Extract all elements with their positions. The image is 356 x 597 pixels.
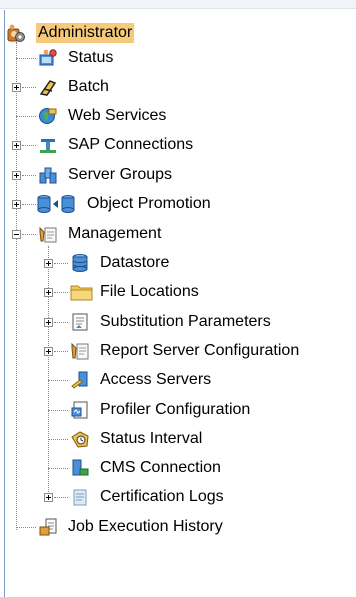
tree-node-profiler-configuration[interactable]: Profiler Configuration [0, 396, 356, 424]
tree-node-label: Batch [68, 78, 109, 95]
expand-toggle[interactable] [44, 318, 53, 327]
admin-gear-icon [7, 24, 25, 42]
tree-node-server-groups[interactable]: Server Groups [0, 161, 356, 189]
tree-node-label: Status [68, 49, 114, 66]
tree-node-status-interval[interactable]: Status Interval [0, 425, 356, 453]
tree-node-label: Profiler Configuration [100, 401, 251, 418]
management-tools-icon [39, 226, 57, 243]
tree-node-label: File Locations [100, 283, 199, 300]
batch-icon [39, 80, 57, 96]
certification-logs-icon [73, 489, 87, 506]
expand-toggle[interactable] [44, 347, 53, 356]
tree-node-file-locations[interactable]: File Locations [0, 278, 356, 306]
collapse-toggle[interactable] [12, 230, 21, 239]
tree-node-datastore[interactable]: Datastore [0, 249, 356, 277]
job-history-icon [39, 518, 57, 536]
datastore-cylinder-icon [72, 254, 88, 272]
tree-node-access-servers[interactable]: Access Servers [0, 366, 356, 394]
tree-node-label: SAP Connections [68, 136, 194, 153]
object-promotion-icon [37, 195, 75, 213]
substitution-doc-icon [72, 313, 88, 331]
status-monitor-icon [39, 49, 57, 66]
admin-navigation-tree: Administrator Status Batch Web Services [0, 0, 356, 597]
tree-node-label: Server Groups [68, 166, 173, 183]
tree-node-report-server-configuration[interactable]: Report Server Configuration [0, 337, 356, 365]
tree-node-management[interactable]: Management [0, 220, 356, 248]
tree-node-cms-connection[interactable]: CMS Connection [0, 454, 356, 482]
access-server-icon [71, 371, 88, 389]
tree-node-label: Datastore [100, 254, 170, 271]
tree-node-sap-connections[interactable]: SAP Connections [0, 131, 356, 159]
tree-node-label: Substitution Parameters [100, 313, 271, 330]
tree-node-label: Status Interval [100, 430, 203, 447]
tree-node-substitution-parameters[interactable]: Substitution Parameters [0, 308, 356, 336]
tree-node-administrator[interactable]: Administrator [0, 19, 356, 47]
expand-toggle[interactable] [12, 200, 21, 209]
expand-toggle[interactable] [44, 493, 53, 502]
profiler-icon [71, 401, 88, 419]
tree-node-label: Web Services [68, 107, 167, 124]
status-interval-icon [71, 431, 89, 448]
tree-node-web-services[interactable]: Web Services [0, 102, 356, 130]
tree-node-label: Administrator [36, 23, 135, 43]
expand-toggle[interactable] [12, 171, 21, 180]
tree-node-label: Object Promotion [87, 195, 211, 212]
tree-node-label: Job Execution History [68, 518, 223, 535]
tree-node-label: CMS Connection [100, 459, 221, 476]
tree-node-label: Management [68, 225, 162, 242]
sap-connection-icon [40, 139, 56, 153]
report-server-icon [71, 342, 89, 360]
tree-node-label: Report Server Configuration [100, 342, 300, 359]
tree-node-job-execution-history[interactable]: Job Execution History [0, 513, 356, 541]
cms-connection-icon [72, 459, 89, 476]
expand-toggle[interactable] [44, 288, 53, 297]
expand-toggle[interactable] [12, 141, 21, 150]
tree-node-batch[interactable]: Batch [0, 73, 356, 101]
tree-node-certification-logs[interactable]: Certification Logs [0, 483, 356, 511]
web-services-globe-icon [39, 108, 57, 124]
expand-toggle[interactable] [44, 259, 53, 268]
tree-node-object-promotion[interactable]: Object Promotion [0, 190, 356, 218]
folder-icon [70, 285, 93, 301]
server-groups-icon [39, 167, 57, 184]
expand-toggle[interactable] [12, 83, 21, 92]
tree-node-label: Access Servers [100, 371, 212, 388]
tree-node-label: Certification Logs [100, 488, 224, 505]
tree-node-status[interactable]: Status [0, 44, 356, 72]
